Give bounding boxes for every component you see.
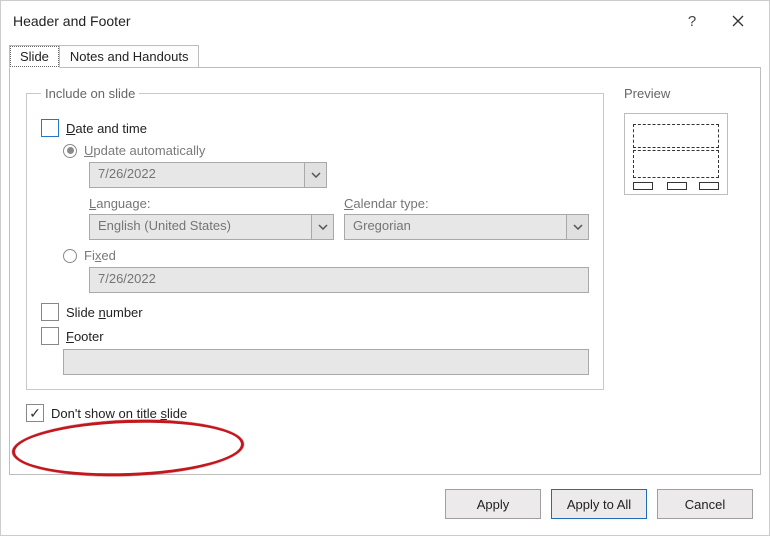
- titlebar: Header and Footer ?: [1, 1, 769, 41]
- tab-slide[interactable]: Slide: [9, 45, 60, 68]
- dont-show-title-label[interactable]: Don't show on title slide: [51, 406, 187, 421]
- footer-checkbox[interactable]: ✓: [41, 327, 59, 345]
- chevron-down-icon: [566, 215, 588, 239]
- date-format-value: 7/26/2022: [90, 163, 304, 187]
- update-auto-radio[interactable]: [63, 144, 77, 158]
- slide-number-label[interactable]: Slide number: [66, 305, 143, 320]
- date-time-checkbox[interactable]: ✓: [41, 119, 59, 137]
- apply-button[interactable]: Apply: [445, 489, 541, 519]
- help-button[interactable]: ?: [669, 6, 715, 36]
- update-auto-label: Update automatically: [84, 143, 205, 158]
- tab-notes-handouts[interactable]: Notes and Handouts: [59, 45, 200, 68]
- slide-number-checkbox[interactable]: ✓: [41, 303, 59, 321]
- dont-show-title-checkbox[interactable]: ✓: [26, 404, 44, 422]
- preview-label: Preview: [624, 86, 744, 101]
- fixed-date-input[interactable]: 7/26/2022: [89, 267, 589, 293]
- include-on-slide-legend: Include on slide: [41, 86, 139, 101]
- tab-strip: Slide Notes and Handouts: [1, 41, 769, 68]
- footer-label[interactable]: Footer: [66, 329, 104, 344]
- update-auto-row: Update automatically: [41, 143, 589, 158]
- language-label: Language:: [89, 196, 334, 211]
- close-button[interactable]: [715, 6, 761, 36]
- include-on-slide-group: Include on slide ✓ Date and time Update …: [26, 86, 604, 390]
- chevron-down-icon: [304, 163, 326, 187]
- fixed-label: Fixed: [84, 248, 116, 263]
- header-footer-dialog: Header and Footer ? Slide Notes and Hand…: [0, 0, 770, 536]
- date-format-combo[interactable]: 7/26/2022: [89, 162, 327, 188]
- calendar-type-value: Gregorian: [345, 215, 566, 239]
- preview-thumbnail: [624, 113, 728, 195]
- calendar-type-combo[interactable]: Gregorian: [344, 214, 589, 240]
- dialog-title: Header and Footer: [13, 13, 669, 29]
- annotation-ellipse: [11, 416, 245, 480]
- apply-to-all-button[interactable]: Apply to All: [551, 489, 647, 519]
- calendar-type-label: Calendar type:: [344, 196, 589, 211]
- cancel-button[interactable]: Cancel: [657, 489, 753, 519]
- footer-input[interactable]: [63, 349, 589, 375]
- dialog-buttons: Apply Apply to All Cancel: [1, 475, 769, 535]
- date-time-row: ✓ Date and time: [41, 119, 589, 137]
- date-time-label[interactable]: Date and time: [66, 121, 147, 136]
- tab-panel-slide: Include on slide ✓ Date and time Update …: [9, 67, 761, 475]
- language-value: English (United States): [90, 215, 311, 239]
- chevron-down-icon: [311, 215, 333, 239]
- fixed-radio[interactable]: [63, 249, 77, 263]
- language-combo[interactable]: English (United States): [89, 214, 334, 240]
